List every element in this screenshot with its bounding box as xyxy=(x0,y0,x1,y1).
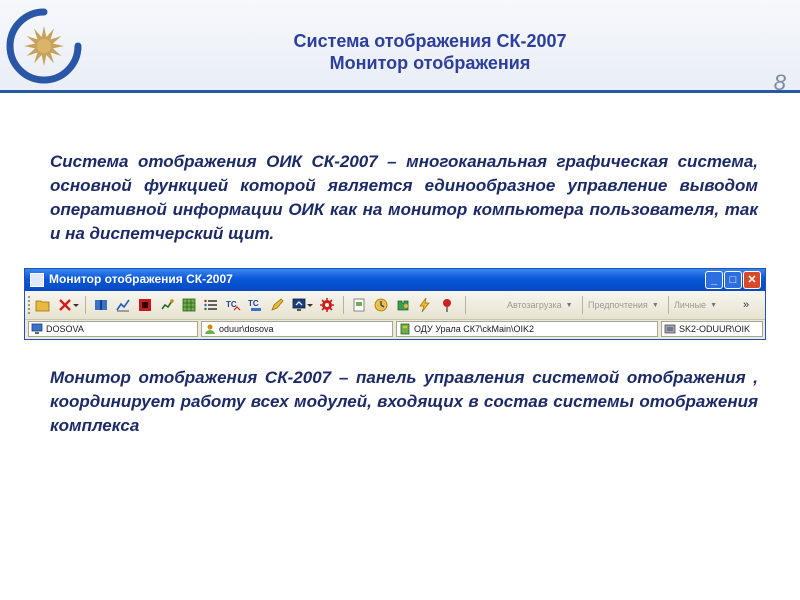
maximize-button[interactable]: □ xyxy=(724,271,742,289)
list-icon[interactable] xyxy=(201,295,221,315)
database-icon xyxy=(664,324,676,334)
record-icon[interactable] xyxy=(135,295,155,315)
window-titlebar[interactable]: Монитор отображения СК-2007 _ □ ✕ xyxy=(25,269,765,291)
toolbar-separator xyxy=(668,296,669,314)
header-divider xyxy=(0,90,800,93)
lightning-icon[interactable] xyxy=(415,295,435,315)
autoload-dropdown[interactable]: Автозагрузка ▼ xyxy=(507,297,573,313)
open-icon[interactable] xyxy=(33,295,53,315)
status-database[interactable]: SK2-ODUUR\OIK xyxy=(661,321,763,337)
chevron-down-icon: ▼ xyxy=(651,301,659,309)
toolbar-separator xyxy=(85,296,86,314)
document-icon[interactable] xyxy=(349,295,369,315)
app-icon xyxy=(30,273,44,287)
intro-paragraph: Система отображения ОИК СК-2007 – многок… xyxy=(50,152,758,243)
grid-icon[interactable] xyxy=(179,295,199,315)
chevron-down-icon: ▼ xyxy=(710,301,718,309)
page-number: 8 xyxy=(773,70,786,95)
monitor-description: Монитор отображения СК-2007 – панель упр… xyxy=(50,368,758,435)
toolbar-separator xyxy=(465,296,466,314)
gear-icon[interactable] xyxy=(317,295,337,315)
status-bar: DOSOVA oduur\dosova ОДУ Урала СК7\ckMain… xyxy=(25,320,765,339)
minimize-button[interactable]: _ xyxy=(705,271,723,289)
computer-icon xyxy=(31,323,43,334)
chevron-down-icon: ▼ xyxy=(565,301,573,309)
personal-dropdown[interactable]: Личные ▼ xyxy=(674,297,717,313)
slide-title: Система отображения СК-2007 xyxy=(293,31,567,51)
window-title: Монитор отображения СК-2007 xyxy=(49,272,233,286)
autoload-label: Автозагрузка xyxy=(507,300,562,310)
status-server-text: ОДУ Урала СК7\ckMain\OIK2 xyxy=(414,324,535,334)
toolbar-overflow-button[interactable]: » xyxy=(743,297,749,313)
pin-icon[interactable] xyxy=(437,295,457,315)
book-icon[interactable] xyxy=(91,295,111,315)
delete-dropdown-arrow[interactable] xyxy=(71,295,81,315)
ts-icon[interactable]: TC xyxy=(223,295,243,315)
graph-icon[interactable] xyxy=(157,295,177,315)
pen-icon[interactable] xyxy=(267,295,287,315)
tc-label-2: TC xyxy=(248,299,259,308)
toolbar-separator xyxy=(582,296,583,314)
tc-label-1: TC xyxy=(226,300,237,309)
status-user-text: DOSOVA xyxy=(46,324,84,334)
personal-label: Личные xyxy=(674,300,707,310)
tc-icon[interactable]: TC xyxy=(245,295,265,315)
slide-subtitle: Монитор отображения xyxy=(329,53,531,73)
status-database-text: SK2-ODUUR\OIK xyxy=(679,324,751,334)
server-icon xyxy=(400,323,410,335)
preferences-dropdown[interactable]: Предпочтения ▼ xyxy=(588,297,659,313)
monitor-window: Монитор отображения СК-2007 _ □ ✕ TC TC … xyxy=(24,268,766,340)
user-icon xyxy=(205,324,215,334)
close-button[interactable]: ✕ xyxy=(743,271,761,289)
status-login-text: oduur\dosova xyxy=(219,324,274,334)
puzzle-icon[interactable] xyxy=(393,295,413,315)
preferences-label: Предпочтения xyxy=(588,300,648,310)
status-login[interactable]: oduur\dosova xyxy=(201,321,393,337)
company-logo-icon xyxy=(6,8,82,84)
status-server[interactable]: ОДУ Урала СК7\ckMain\OIK2 xyxy=(396,321,658,337)
toolbar-separator xyxy=(343,296,344,314)
clock-icon[interactable] xyxy=(371,295,391,315)
main-toolbar: TC TC Автозагрузка ▼ Предпочтения ▼ Личн… xyxy=(25,291,765,320)
monitor-dropdown-arrow[interactable] xyxy=(305,295,315,315)
status-user[interactable]: DOSOVA xyxy=(28,321,198,337)
chart-icon[interactable] xyxy=(113,295,133,315)
